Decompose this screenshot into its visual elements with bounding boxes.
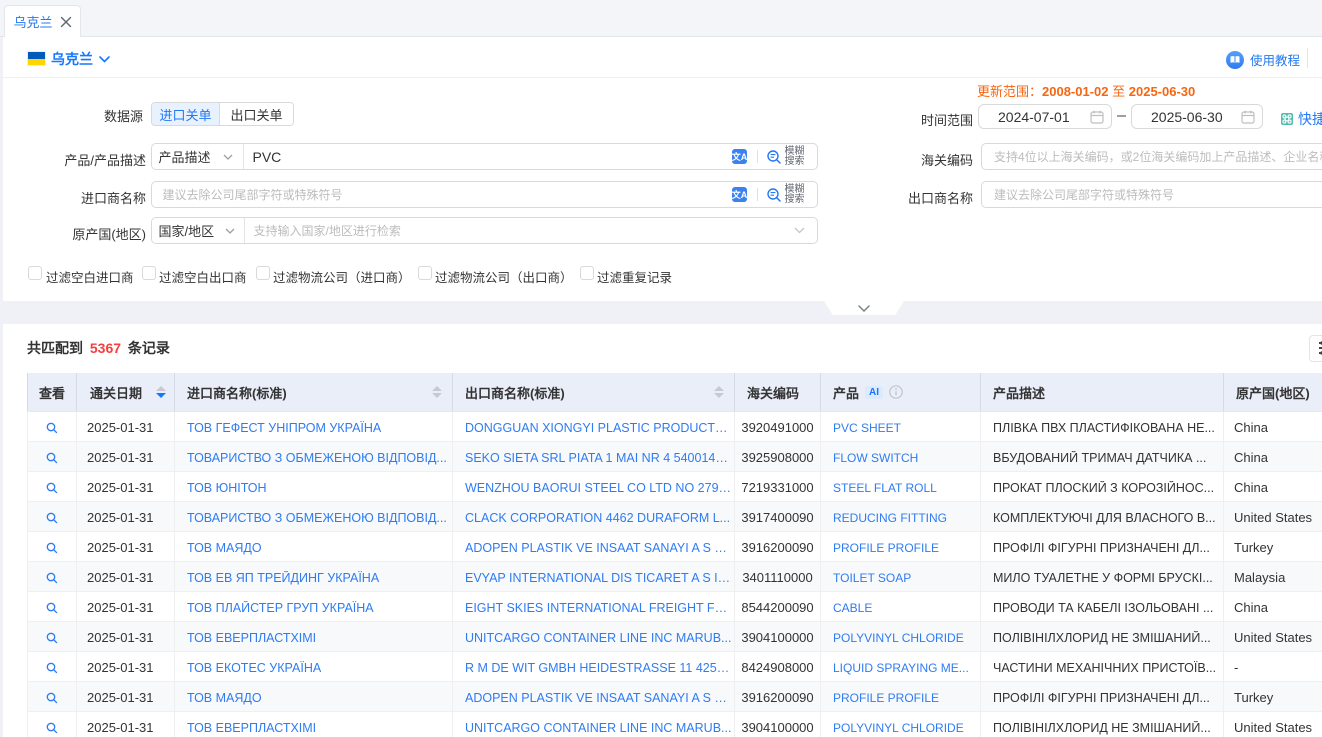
svg-text:文A: 文A bbox=[732, 189, 747, 200]
svg-text:文A: 文A bbox=[732, 151, 747, 162]
